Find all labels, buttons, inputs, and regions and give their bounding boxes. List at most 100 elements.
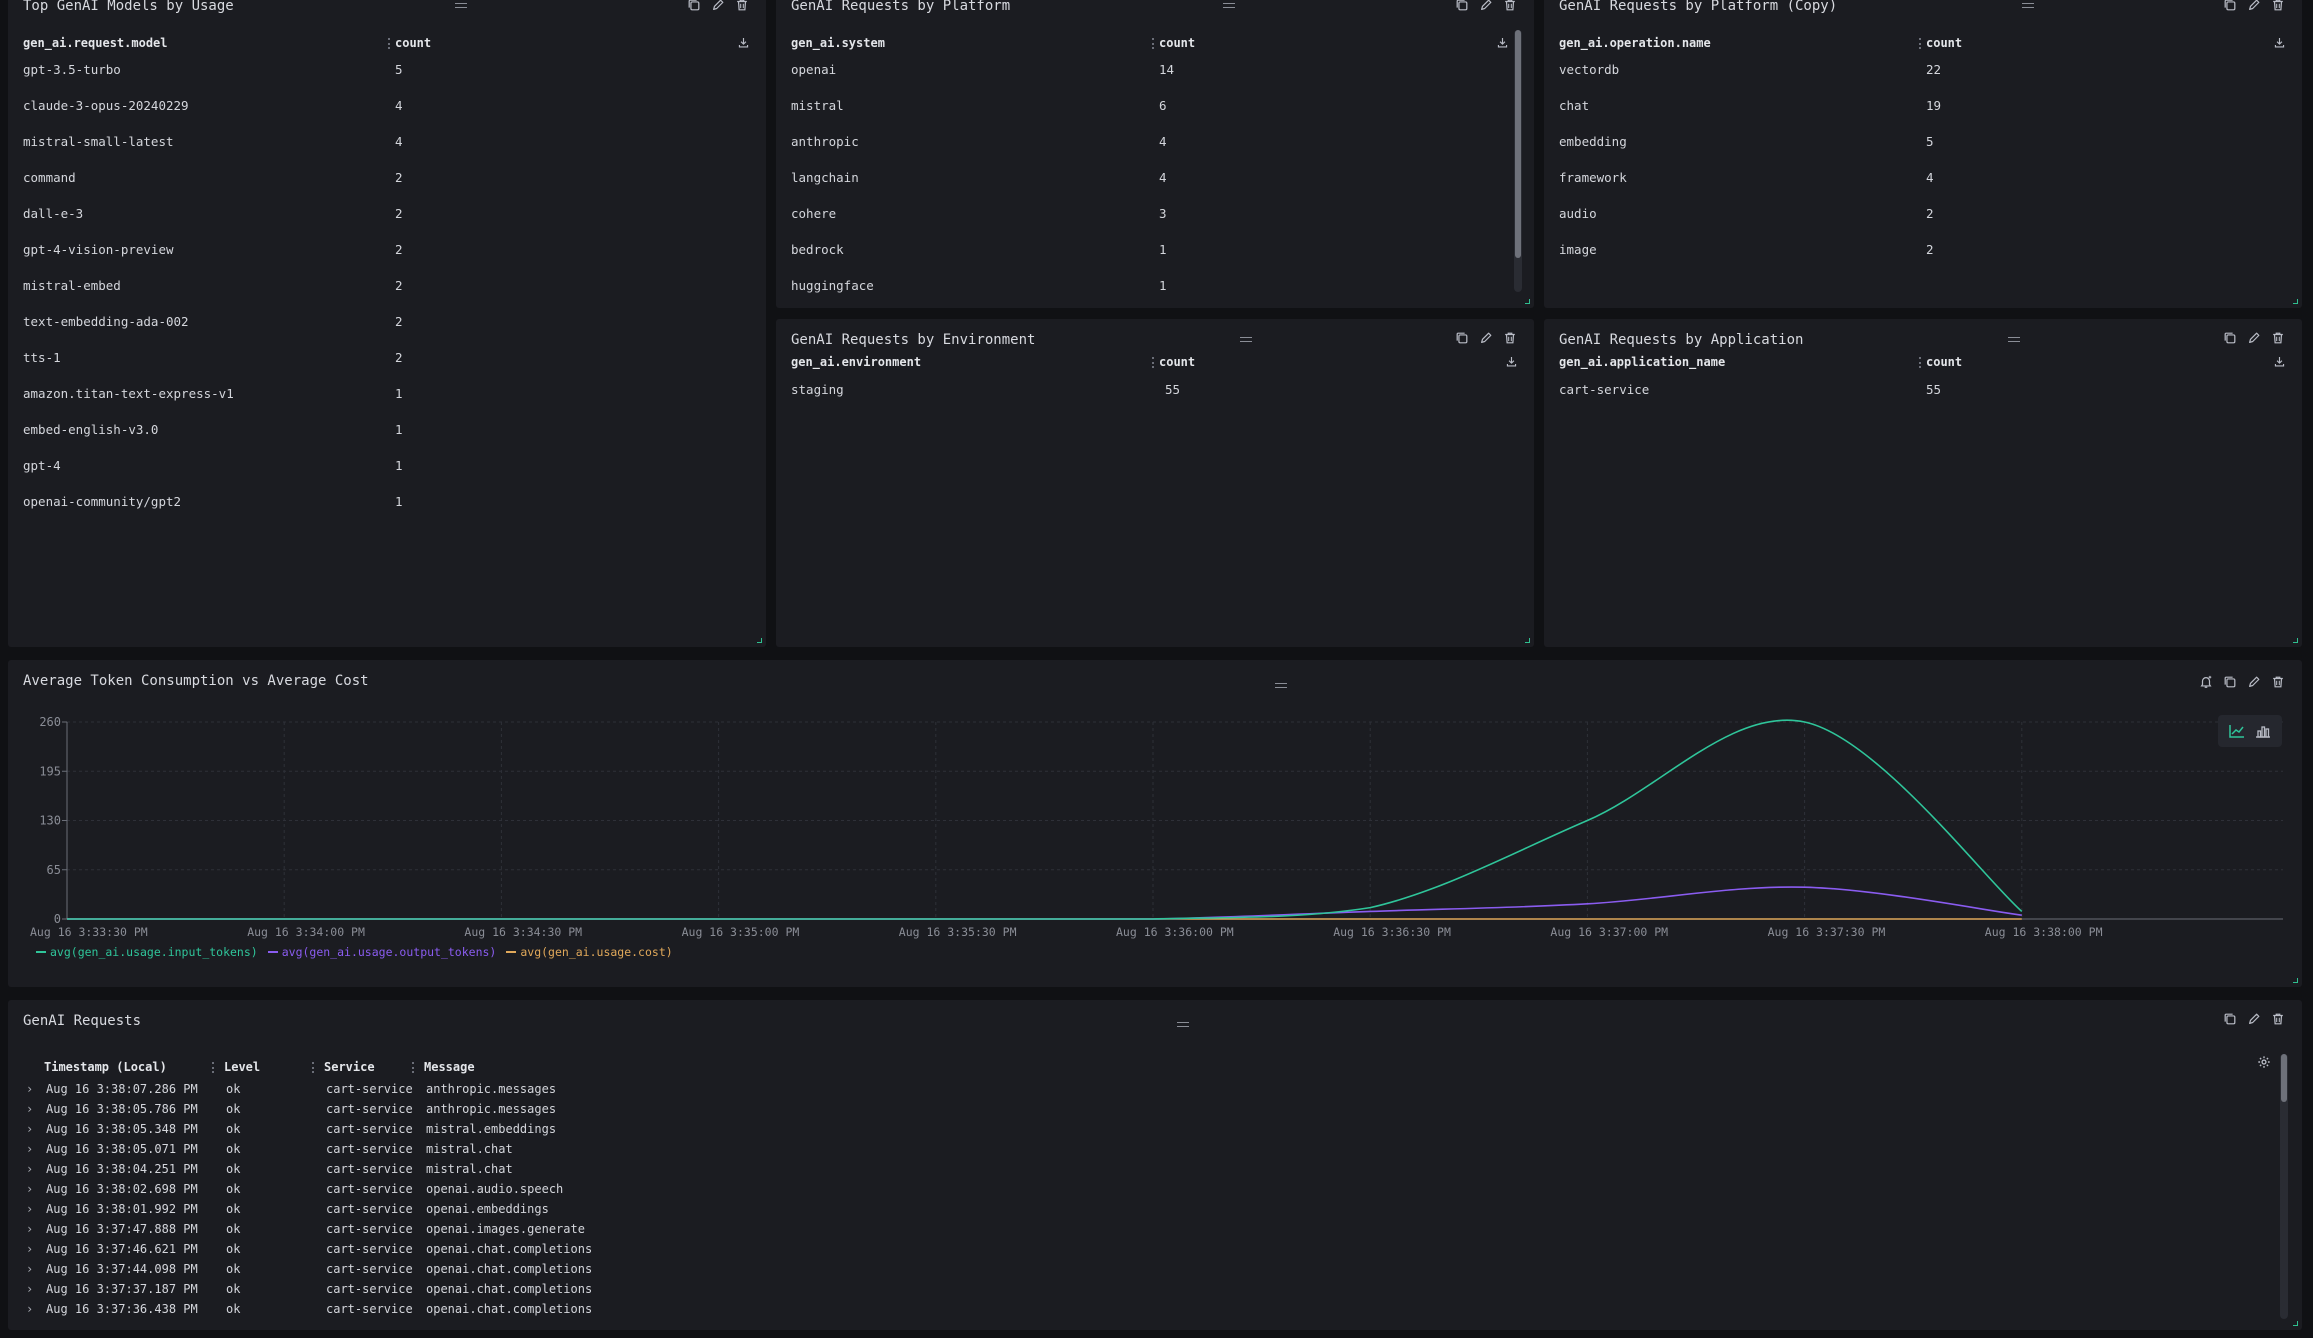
log-row[interactable]: › Aug 16 3:38:05.348 PM ok cart-service mist…: [26, 1122, 726, 1142]
column-resizer[interactable]: [1152, 357, 1154, 368]
column-header-count[interactable]: count: [395, 36, 431, 50]
settings-gear-icon[interactable]: [2256, 1054, 2272, 1070]
expand-chevron-icon[interactable]: ›: [26, 1182, 33, 1196]
delete-icon[interactable]: [1502, 330, 1518, 346]
line-chart[interactable]: 0 65 130 195 260 Aug 16 3:33:30 PM Aug 16 3:34…: [8, 660, 2302, 987]
table-row[interactable]: gpt-3.5-turbo 5: [23, 62, 751, 98]
drag-handle[interactable]: [1240, 337, 1252, 342]
table-row[interactable]: mistral-small-latest 4: [23, 134, 751, 170]
clone-icon[interactable]: [2222, 0, 2238, 13]
log-row[interactable]: › Aug 16 3:38:02.698 PM ok cart-service open…: [26, 1182, 726, 1202]
table-row[interactable]: langchain 4: [791, 170, 1510, 206]
scrollbar[interactable]: [1514, 30, 1522, 292]
download-icon[interactable]: [1496, 36, 1510, 50]
table-row[interactable]: cohere 3: [791, 206, 1510, 242]
delete-icon[interactable]: [2270, 1011, 2286, 1027]
delete-icon[interactable]: [734, 0, 750, 13]
column-resizer[interactable]: [388, 38, 390, 49]
legend-item[interactable]: avg(gen_ai.usage.input_tokens): [36, 945, 258, 959]
table-row[interactable]: embed-english-v3.0 1: [23, 422, 751, 458]
drag-handle[interactable]: [2008, 337, 2020, 342]
table-row[interactable]: command 2: [23, 170, 751, 206]
edit-icon[interactable]: [2246, 330, 2262, 346]
table-row[interactable]: framework 4: [1559, 170, 2287, 206]
log-row[interactable]: › Aug 16 3:37:37.187 PM ok cart-service open…: [26, 1282, 726, 1302]
expand-chevron-icon[interactable]: ›: [26, 1282, 33, 1296]
expand-chevron-icon[interactable]: ›: [26, 1162, 33, 1176]
table-row[interactable]: mistral 6: [791, 98, 1510, 134]
drag-handle[interactable]: [1223, 3, 1235, 8]
column-resizer[interactable]: [212, 1062, 214, 1073]
table-row[interactable]: openai 14: [791, 62, 1510, 98]
expand-chevron-icon[interactable]: ›: [26, 1102, 33, 1116]
table-row[interactable]: amazon.titan-text-express-v1 1: [23, 386, 751, 422]
expand-chevron-icon[interactable]: ›: [26, 1202, 33, 1216]
table-row[interactable]: vectordb 22: [1559, 62, 2287, 98]
table-row[interactable]: chat 19: [1559, 98, 2287, 134]
drag-handle[interactable]: [2022, 3, 2034, 8]
log-row[interactable]: › Aug 16 3:37:36.438 PM ok cart-service open…: [26, 1302, 726, 1322]
table-row[interactable]: audio 2: [1559, 206, 2287, 242]
column-header-level[interactable]: Level: [224, 1060, 260, 1074]
column-header-count[interactable]: count: [1159, 355, 1195, 369]
log-row[interactable]: › Aug 16 3:38:07.286 PM ok cart-service anth…: [26, 1082, 726, 1102]
expand-chevron-icon[interactable]: ›: [26, 1262, 33, 1276]
download-icon[interactable]: [1505, 355, 1519, 369]
column-header-count[interactable]: count: [1159, 36, 1195, 50]
resize-handle[interactable]: [2293, 299, 2298, 304]
table-row[interactable]: gpt-4-vision-preview 2: [23, 242, 751, 278]
delete-icon[interactable]: [2270, 0, 2286, 13]
resize-handle[interactable]: [2293, 978, 2298, 983]
bar-chart-icon[interactable]: [2255, 724, 2271, 738]
download-icon[interactable]: [2273, 36, 2287, 50]
table-row[interactable]: cart-service 55: [1559, 382, 2287, 418]
resize-handle[interactable]: [2293, 1321, 2298, 1326]
chart-type-toggle[interactable]: [2218, 715, 2282, 747]
delete-icon[interactable]: [1502, 0, 1518, 13]
table-row[interactable]: dall-e-3 2: [23, 206, 751, 242]
expand-chevron-icon[interactable]: ›: [26, 1242, 33, 1256]
download-icon[interactable]: [737, 36, 751, 50]
table-row[interactable]: huggingface 1: [791, 278, 1510, 294]
expand-chevron-icon[interactable]: ›: [26, 1122, 33, 1136]
column-header-count[interactable]: count: [1926, 36, 1962, 50]
column-resizer[interactable]: [1919, 357, 1921, 368]
legend-item[interactable]: avg(gen_ai.usage.output_tokens): [267, 945, 496, 959]
log-row[interactable]: › Aug 16 3:37:44.098 PM ok cart-service open…: [26, 1262, 726, 1282]
resize-handle[interactable]: [1525, 638, 1530, 643]
legend-item[interactable]: avg(gen_ai.usage.cost): [506, 945, 673, 959]
drag-handle[interactable]: [1177, 1022, 1189, 1027]
table-row[interactable]: bedrock 1: [791, 242, 1510, 278]
clone-icon[interactable]: [1454, 0, 1470, 13]
clone-icon[interactable]: [2222, 1011, 2238, 1027]
resize-handle[interactable]: [2293, 638, 2298, 643]
expand-chevron-icon[interactable]: ›: [26, 1222, 33, 1236]
table-row[interactable]: staging 55: [791, 382, 1519, 418]
resize-handle[interactable]: [1525, 299, 1530, 304]
log-row[interactable]: › Aug 16 3:38:05.786 PM ok cart-service anth…: [26, 1102, 726, 1122]
clone-icon[interactable]: [1454, 330, 1470, 346]
expand-chevron-icon[interactable]: ›: [26, 1142, 33, 1156]
resize-handle[interactable]: [757, 638, 762, 643]
log-row[interactable]: › Aug 16 3:38:05.071 PM ok cart-service mist…: [26, 1142, 726, 1162]
edit-icon[interactable]: [1478, 330, 1494, 346]
table-row[interactable]: image 2: [1559, 242, 2287, 278]
table-row[interactable]: claude-3-opus-20240229 4: [23, 98, 751, 134]
table-row[interactable]: gpt-4 1: [23, 458, 751, 494]
edit-icon[interactable]: [2246, 0, 2262, 13]
table-row[interactable]: mistral-embed 2: [23, 278, 751, 314]
log-row[interactable]: › Aug 16 3:37:47.888 PM ok cart-service open…: [26, 1222, 726, 1242]
table-row[interactable]: anthropic 4: [791, 134, 1510, 170]
table-row[interactable]: text-embedding-ada-002 2: [23, 314, 751, 350]
column-header-application[interactable]: gen_ai.application_name: [1559, 355, 1725, 369]
edit-icon[interactable]: [2246, 1011, 2262, 1027]
drag-handle[interactable]: [455, 3, 467, 8]
table-row[interactable]: embedding 5: [1559, 134, 2287, 170]
log-row[interactable]: › Aug 16 3:38:01.992 PM ok cart-service open…: [26, 1202, 726, 1222]
clone-icon[interactable]: [2222, 330, 2238, 346]
delete-icon[interactable]: [2270, 330, 2286, 346]
column-header-environment[interactable]: gen_ai.environment: [791, 355, 921, 369]
edit-icon[interactable]: [710, 0, 726, 13]
line-chart-icon[interactable]: [2229, 724, 2245, 738]
column-header-service[interactable]: Service: [324, 1060, 375, 1074]
